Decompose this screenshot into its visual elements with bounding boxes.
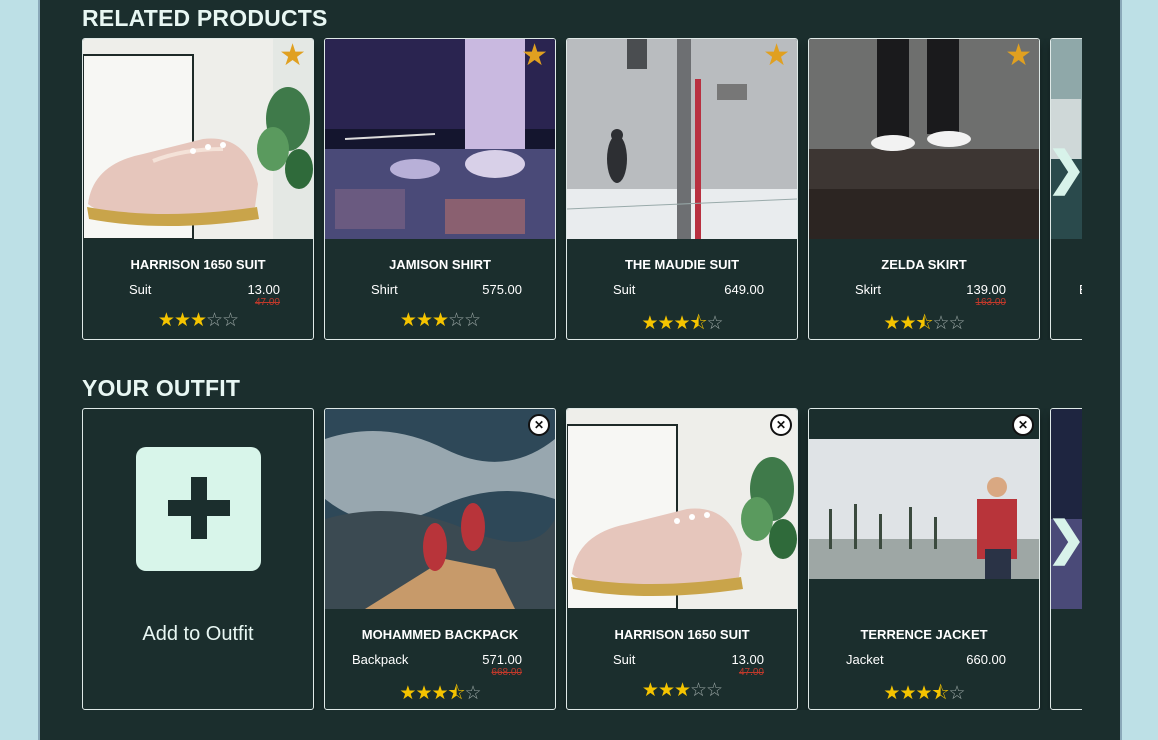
product-price: 13.00 (731, 652, 764, 667)
product-image (809, 409, 1039, 609)
product-card[interactable]: ★ HARRISON 1650 SUIT Suit 13.00 47.00 ★★… (82, 38, 314, 340)
rating-stars: ★★★☆☆ (567, 679, 797, 702)
product-image (1051, 39, 1082, 239)
star-icon: ☆☆ (932, 313, 966, 334)
star-icon: ☆ (464, 683, 482, 704)
product-original-price: 47.00 (254, 297, 280, 308)
product-name: MOHAMMED BACKPACK (361, 627, 519, 642)
product-category-partial: B (1079, 282, 1082, 297)
outfit-carousel: Add to Outfit ✕ MOHAMMED BACKPACK Backpa… (82, 408, 1082, 710)
star-icon: ☆ (706, 313, 724, 334)
star-half-icon: ⯪ (915, 313, 934, 334)
rating-stars: ★★★⯪☆ (567, 309, 797, 339)
product-category: Shirt (371, 282, 398, 297)
product-price: 660.00 (966, 652, 1006, 667)
star-icon: ☆☆ (690, 680, 723, 701)
product-name: HARRISON 1650 SUIT (614, 627, 750, 642)
remove-outfit-close-icon[interactable]: ✕ (1012, 414, 1034, 436)
product-card[interactable]: ★ JAMISON SHIRT Shirt 575.00 ★★★☆☆ (324, 38, 556, 340)
star-icon: ☆☆ (448, 310, 481, 331)
product-category: Jacket (846, 652, 884, 667)
product-original-price: 163.00 (975, 297, 1006, 308)
product-price: 139.00 (966, 282, 1006, 297)
outfit-card[interactable]: ✕ TERRENCE JACKET Jacket 660.00 ★★★⯪☆ (808, 408, 1040, 710)
carousel-next-arrow-icon[interactable]: ❯ (1047, 145, 1082, 191)
product-panel: RELATED PRODUCTS ★ HARRISON 1650 SUIT Su… (38, 0, 1122, 740)
star-icon: ★★★ (641, 680, 691, 701)
rating-stars: ★★★☆☆ (83, 309, 313, 332)
favorite-star-icon[interactable]: ★ (763, 41, 790, 71)
star-icon: ★★★ (157, 310, 207, 331)
product-image (567, 409, 797, 609)
star-icon: ★★★ (399, 683, 448, 704)
star-icon: ☆ (948, 683, 966, 704)
outfit-card[interactable]: ✕ MOHAMMED BACKPACK Backpack 571.00 668.… (324, 408, 556, 710)
product-category: Suit (613, 652, 636, 667)
rating-stars: ★★⯪☆☆ (809, 309, 1039, 339)
remove-outfit-close-icon[interactable]: ✕ (770, 414, 792, 436)
product-original-price: 668.00 (491, 667, 522, 678)
product-original-price: 47.00 (738, 667, 764, 678)
product-card[interactable]: ★ THE MAUDIE SUIT Suit 649.00 ★★★⯪☆ (566, 38, 798, 340)
star-icon: ☆☆ (206, 310, 239, 331)
add-to-outfit-card[interactable]: Add to Outfit (82, 408, 314, 710)
related-products-carousel: ★ HARRISON 1650 SUIT Suit 13.00 47.00 ★★… (82, 38, 1082, 340)
product-image (1051, 409, 1082, 609)
rating-stars: ★★★⯪☆ (809, 679, 1039, 709)
related-products-title: RELATED PRODUCTS (82, 5, 328, 31)
favorite-star-icon[interactable]: ★ (521, 41, 548, 71)
product-name: THE MAUDIE SUIT (624, 257, 740, 272)
add-icon[interactable] (136, 447, 261, 571)
add-to-outfit-label: Add to Outfit (142, 623, 254, 645)
star-icon: ★★ (883, 313, 916, 334)
product-name: HARRISON 1650 SUIT (130, 257, 266, 272)
star-icon: ★★★ (399, 310, 449, 331)
product-price: 575.00 (482, 282, 522, 297)
outfit-card[interactable]: ✕ HARRISON 1650 SUIT Suit 13.00 47.00 ★★… (566, 408, 798, 710)
star-icon: ★★★ (883, 683, 932, 704)
star-half-icon: ⯪ (689, 313, 708, 334)
rating-stars: ★★★☆☆ (325, 309, 555, 332)
product-card[interactable]: ★ ZELDA SKIRT Skirt 139.00 163.00 ★★⯪☆☆ (808, 38, 1040, 340)
product-price: 13.00 (247, 282, 280, 297)
product-category: Suit (613, 282, 636, 297)
remove-outfit-close-icon[interactable]: ✕ (528, 414, 550, 436)
product-name: JAMISON SHIRT (389, 257, 491, 272)
star-half-icon: ⯪ (931, 683, 950, 704)
product-image (325, 409, 555, 609)
product-category: Skirt (855, 282, 881, 297)
product-price: 649.00 (724, 282, 764, 297)
product-name: TERRENCE JACKET (860, 627, 988, 642)
rating-stars: ★★★⯪☆ (325, 679, 555, 709)
carousel-next-arrow-icon[interactable]: ❯ (1047, 515, 1082, 561)
star-half-icon: ⯪ (447, 683, 466, 704)
product-price: 571.00 (482, 652, 522, 667)
favorite-star-icon[interactable]: ★ (1005, 41, 1032, 71)
product-category: Suit (129, 282, 152, 297)
product-name: ZELDA SKIRT (881, 257, 967, 272)
star-icon: ★★★ (641, 313, 690, 334)
favorite-star-icon[interactable]: ★ (279, 41, 306, 71)
product-category: Backpack (352, 652, 409, 667)
your-outfit-title: YOUR OUTFIT (82, 375, 241, 401)
